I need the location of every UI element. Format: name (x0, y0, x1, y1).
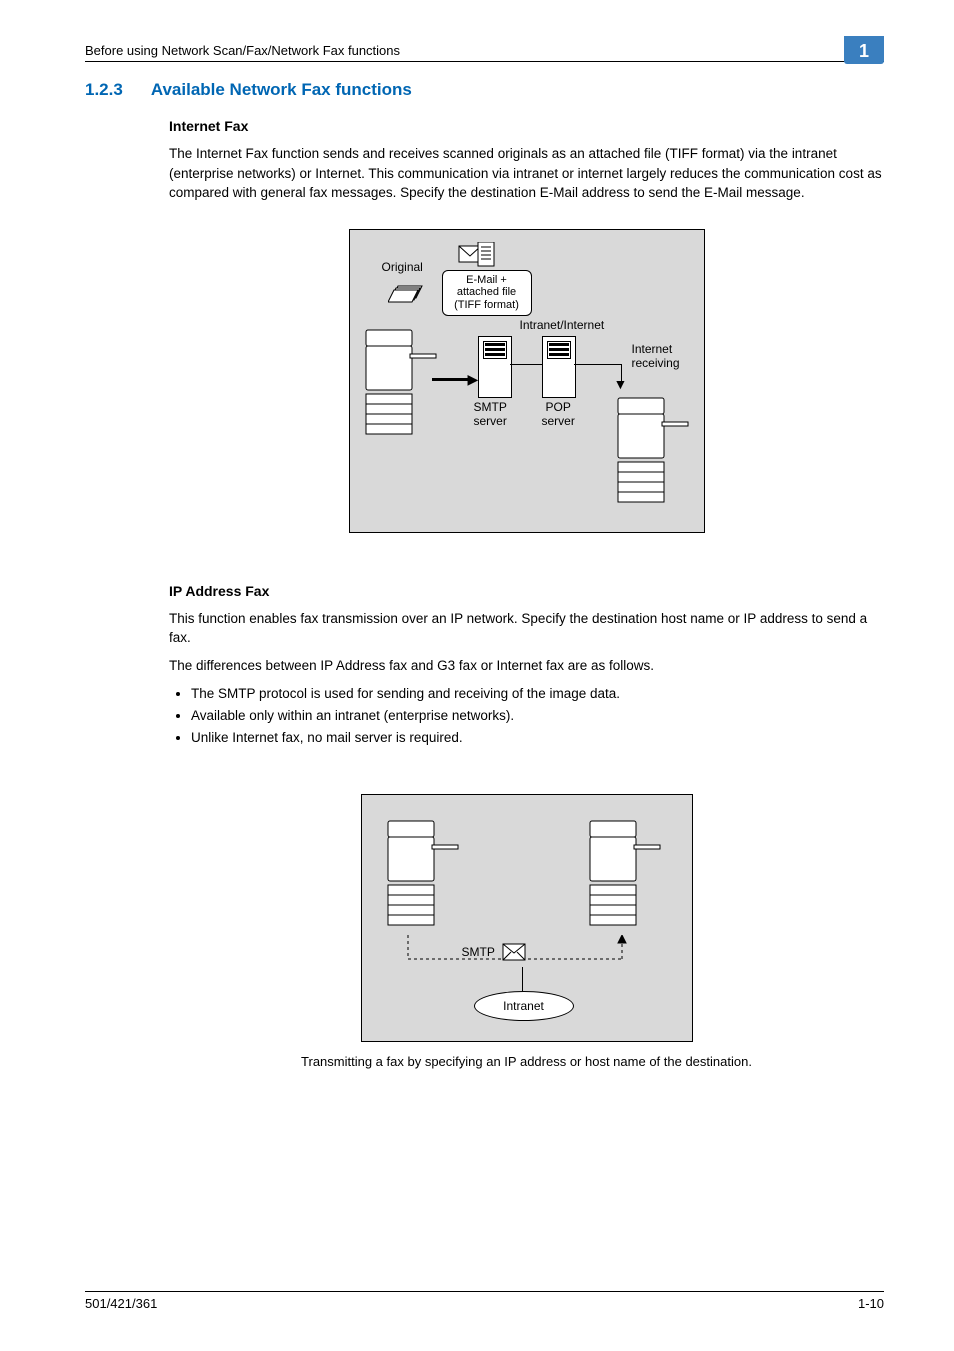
section-number: 1.2.3 (85, 80, 123, 100)
label-smtp-server: SMTP server (474, 400, 507, 428)
paragraph-ip-fax-1: This function enables fax transmission o… (169, 609, 884, 648)
subheading-ip-address-fax: IP Address Fax (169, 583, 884, 599)
line-icon (510, 364, 542, 365)
figure-ip-address-fax: SMTP Intranet (361, 794, 693, 1042)
figure-caption-ip-fax: Transmitting a fax by specifying an IP a… (169, 1054, 884, 1069)
envelope-icon (502, 943, 526, 966)
pop-server-icon (542, 336, 576, 398)
mfp-receiver-icon (612, 386, 698, 516)
running-head: Before using Network Scan/Fax/Network Fa… (85, 43, 400, 58)
paragraph-internet-fax: The Internet Fax function sends and rece… (169, 144, 884, 203)
section-title: Available Network Fax functions (151, 80, 412, 100)
mfp-right-icon (584, 809, 670, 939)
subheading-internet-fax: Internet Fax (169, 118, 884, 134)
figure-internet-fax: Original (349, 229, 705, 533)
callout-attachment: E-Mail + attached file (TIFF format) (442, 270, 532, 316)
list-item: The SMTP protocol is used for sending an… (191, 683, 884, 705)
envelope-attachment-icon (458, 242, 496, 273)
label-intranet-internet: Intranet/Internet (520, 318, 605, 332)
label-pop-server: POP server (542, 400, 575, 428)
document-stack-icon (388, 278, 428, 311)
list-item: Unlike Internet fax, no mail server is r… (191, 727, 884, 749)
chapter-number-tab: 1 (844, 36, 884, 64)
header-rule (85, 61, 884, 62)
footer-rule (85, 1291, 884, 1292)
arrow-icon (432, 378, 472, 381)
list-item: Available only within an intranet (enter… (191, 705, 884, 727)
label-smtp: SMTP (462, 945, 495, 959)
paragraph-ip-fax-2: The differences between IP Address fax a… (169, 656, 884, 676)
line-icon (522, 967, 523, 991)
mfp-sender-icon (360, 318, 446, 448)
label-internet-receiving: Internet receiving (632, 342, 680, 370)
oval-intranet: Intranet (474, 991, 574, 1021)
mfp-left-icon (382, 809, 468, 939)
footer-page-number: 1-10 (858, 1296, 884, 1311)
footer-model: 501/421/361 (85, 1296, 157, 1311)
bullet-list-ip-fax: The SMTP protocol is used for sending an… (169, 683, 884, 748)
label-original: Original (382, 260, 423, 274)
line-icon (574, 364, 622, 365)
smtp-server-icon (478, 336, 512, 398)
